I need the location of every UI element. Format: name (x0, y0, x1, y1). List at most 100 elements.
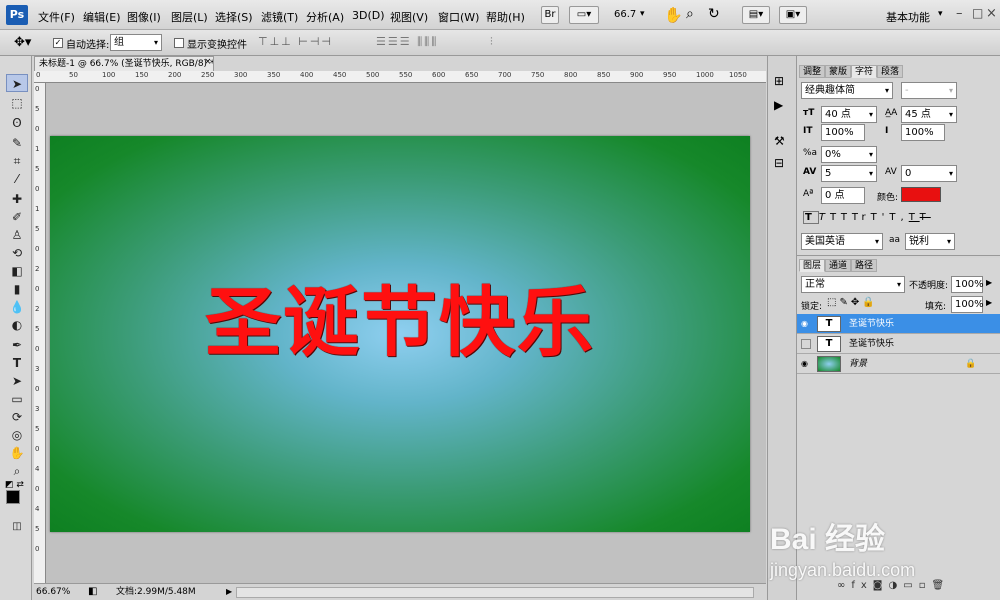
zoom-icon[interactable]: ⌕ (686, 6, 694, 22)
menu-view[interactable]: 视图(V) (390, 9, 428, 25)
hand-icon[interactable]: ✋ (664, 6, 683, 24)
foreground-color-swatch[interactable] (6, 490, 20, 504)
auto-select-dropdown[interactable]: 组 ▾ (110, 34, 162, 51)
tsume-select[interactable]: 0% ▾ (821, 146, 877, 163)
kerning-select[interactable]: 5 ▾ (821, 165, 877, 182)
status-info-icon[interactable]: ◧ (88, 584, 97, 600)
marquee-tool-icon[interactable]: ⬚ (6, 94, 28, 112)
eyedropper-tool-icon[interactable]: ⁄ (6, 170, 28, 188)
status-menu-icon[interactable]: ▶ (226, 584, 232, 600)
baseline-shift-input[interactable]: 0 点 (821, 187, 865, 204)
rotate-view-icon[interactable]: ↻ (708, 6, 720, 22)
canvas-area[interactable]: 圣诞节快乐 (46, 83, 766, 583)
canvas-text-layer[interactable]: 圣诞节快乐 (105, 261, 695, 371)
quick-select-tool-icon[interactable]: ✎ (6, 134, 28, 152)
menu-edit[interactable]: 编辑(E) (83, 9, 121, 25)
menu-analysis[interactable]: 分析(A) (306, 9, 344, 25)
subscript-button[interactable]: T, (889, 212, 908, 223)
menu-image[interactable]: 图像(I) (127, 9, 161, 25)
healing-brush-tool-icon[interactable]: ✚ (6, 190, 28, 208)
eye-off-icon[interactable] (801, 339, 811, 349)
superscript-button[interactable]: T' (871, 212, 890, 223)
lock-icons[interactable]: ⬚✎✥🔒 (827, 297, 878, 308)
history-brush-tool-icon[interactable]: ⟲ (6, 244, 28, 262)
faux-bold-button[interactable]: T (803, 211, 819, 224)
dodge-tool-icon[interactable]: ◐ (6, 316, 28, 334)
maximize-icon[interactable]: □ (972, 6, 983, 20)
text-color-swatch[interactable] (901, 187, 941, 202)
antialias-select[interactable]: 锐利 ▾ (905, 233, 955, 250)
tool-presets-icon[interactable]: ⚒ (774, 134, 785, 148)
view-extras-icon[interactable]: ▭▾ (569, 6, 599, 24)
menu-select[interactable]: 选择(S) (215, 9, 253, 25)
pen-tool-icon[interactable]: ✒ (6, 336, 28, 354)
menu-window[interactable]: 窗口(W) (438, 9, 479, 25)
small-caps-button[interactable]: Tr (852, 212, 871, 223)
actions-panel-icon[interactable]: ▶ (774, 98, 783, 112)
minimize-icon[interactable]: – (956, 6, 963, 21)
document-canvas[interactable]: 圣诞节快乐 (50, 136, 750, 532)
menu-3d[interactable]: 3D(D) (352, 9, 385, 22)
3d-orbit-tool-icon[interactable]: ◎ (6, 426, 28, 444)
crop-tool-icon[interactable]: ⌗ (6, 152, 28, 170)
tab-paths[interactable]: 路径 (851, 259, 878, 272)
eye-icon[interactable]: ◉ (801, 319, 811, 329)
path-select-tool-icon[interactable]: ➤ (6, 372, 28, 390)
tab-channels[interactable]: 通道 (825, 259, 852, 272)
horizontal-scale-input[interactable]: 100% (901, 124, 945, 141)
horizontal-scrollbar[interactable] (236, 587, 754, 598)
all-caps-button[interactable]: TT (830, 212, 852, 223)
shape-tool-icon[interactable]: ▭ (6, 390, 28, 408)
zoom-tool-icon[interactable]: ⌕ (6, 462, 28, 480)
tab-adjustments[interactable]: 调整 (799, 65, 826, 78)
eye-icon[interactable]: ◉ (801, 359, 811, 369)
fill-arrow-icon[interactable]: ▶ (986, 298, 992, 307)
move-tool-icon[interactable]: ✥▾ (14, 35, 31, 50)
menu-layer[interactable]: 图层(L) (171, 9, 208, 25)
hand-tool-icon[interactable]: ✋ (6, 444, 28, 462)
font-style-select[interactable]: - ▾ (901, 82, 957, 99)
ruler-vertical[interactable]: 0 5 0 1 5 0 1 5 0 2 0 2 5 0 3 0 3 5 0 4 0 4 5 0 (34, 83, 46, 583)
layer-row[interactable]: ◉ T 圣诞节快乐 (797, 314, 1000, 334)
document-tab[interactable]: 未标题-1 @ 66.7% (圣诞节快乐, RGB/8) * (34, 56, 214, 71)
layer-row[interactable]: T 圣诞节快乐 (797, 334, 1000, 354)
bridge-icon[interactable]: Br (541, 6, 559, 24)
screen-mode-icon[interactable]: ▣▾ (779, 6, 807, 24)
quick-mask-icon[interactable]: ◫ (6, 518, 28, 536)
distribute-icons[interactable]: ☰☰☰ ⫼⫼⫼ (376, 35, 438, 49)
clone-source-icon[interactable]: ⊟ (774, 156, 784, 170)
auto-select-checkbox[interactable]: ✓ (53, 38, 63, 48)
3d-rotate-tool-icon[interactable]: ⟳ (6, 408, 28, 426)
tab-layers[interactable]: 图层 (799, 259, 826, 272)
close-icon[interactable]: × (986, 6, 997, 21)
status-zoom[interactable]: 66.67% (36, 584, 70, 600)
tab-character[interactable]: 字符 (851, 65, 878, 78)
fill-input[interactable]: 100% (951, 296, 984, 313)
opacity-input[interactable]: 100% (951, 276, 984, 293)
tab-masks[interactable]: 蒙版 (825, 65, 852, 78)
auto-align-icon[interactable]: ⫶ (490, 35, 493, 49)
move-tool-icon[interactable]: ➤ (6, 74, 28, 92)
document-close-icon[interactable]: × (204, 57, 212, 67)
font-family-select[interactable]: 经典趣体简 ▾ (801, 82, 893, 99)
brush-tool-icon[interactable]: ✐ (6, 208, 28, 226)
align-icons[interactable]: ⊤⊥⊥ ⊢⊣⊣ (258, 35, 333, 48)
arrange-docs-icon[interactable]: ▤▾ (742, 6, 770, 24)
zoom-level[interactable]: 66.7 (614, 9, 636, 20)
eraser-tool-icon[interactable]: ◧ (6, 262, 28, 280)
workspace-dropdown-icon[interactable]: ▾ (938, 9, 943, 19)
language-select[interactable]: 美国英语 ▾ (801, 233, 883, 250)
tracking-select[interactable]: 0 ▾ (901, 165, 957, 182)
menu-help[interactable]: 帮助(H) (486, 9, 525, 25)
history-panel-icon[interactable]: ⊞ (774, 74, 784, 88)
default-colors-icon[interactable]: ◩ ⇄ (5, 480, 24, 490)
clone-stamp-tool-icon[interactable]: ♙ (6, 226, 28, 244)
opacity-arrow-icon[interactable]: ▶ (986, 278, 992, 287)
zoom-dropdown-icon[interactable]: ▾ (640, 9, 645, 19)
layer-row[interactable]: ◉ 背景 🔒 (797, 354, 1000, 374)
ruler-horizontal[interactable]: 0 50 100 150 200 250 300 350 400 450 500 550 600 650 7… (34, 71, 766, 83)
underline-button[interactable]: T (909, 212, 920, 223)
show-transform-checkbox[interactable] (174, 38, 184, 48)
type-tool-icon[interactable]: T (6, 354, 28, 372)
menu-filter[interactable]: 滤镜(T) (261, 9, 298, 25)
